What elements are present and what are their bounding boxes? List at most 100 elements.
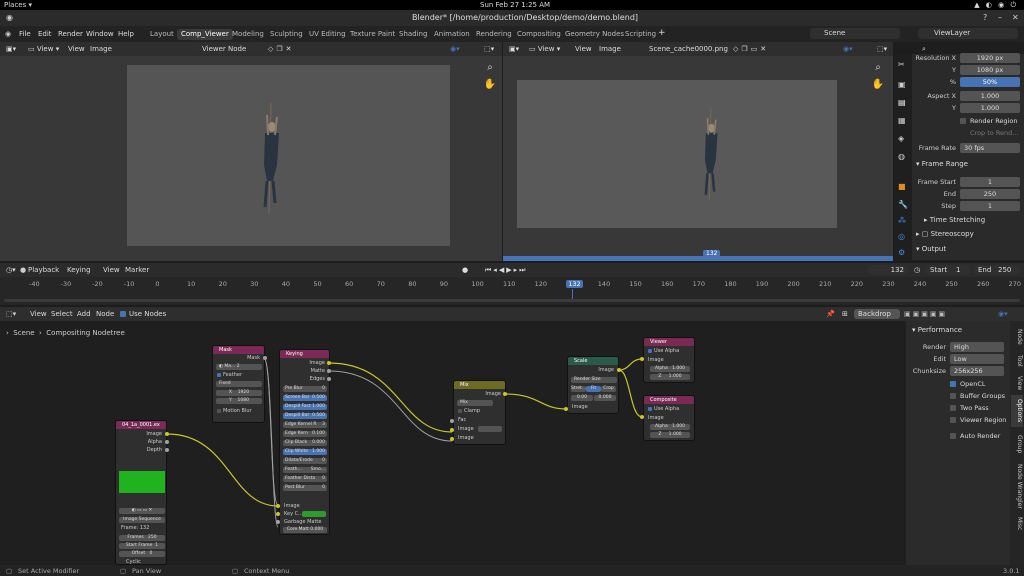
playback-menu[interactable]: Playback (28, 266, 59, 274)
left-image-menu[interactable]: Image (90, 45, 112, 53)
close-icon[interactable]: ✕ (1012, 13, 1019, 22)
mix-node[interactable]: Mix Image Mix Clamp Fac Image Image (453, 380, 506, 445)
backdrop-toggle[interactable]: Backdrop (854, 309, 900, 319)
mix-image1-socket[interactable] (450, 428, 454, 432)
keying-keycolor-in-socket[interactable] (276, 512, 280, 516)
node-node-menu[interactable]: Node (96, 310, 114, 318)
mix-output-socket[interactable] (503, 392, 507, 396)
frame-end-field[interactable]: 250 (960, 189, 1020, 199)
left-view-menu[interactable]: ▭ View ▾ (28, 45, 59, 53)
tab-misc[interactable]: Misc (1011, 515, 1023, 533)
keying-field[interactable]: Feather Dista 0 (283, 476, 327, 482)
tab-comp-viewer[interactable]: Comp_Viewer (177, 29, 233, 40)
aspect-y-field[interactable]: 1.000 (960, 103, 1020, 113)
aspect-x-field[interactable]: 1.000 (960, 91, 1020, 101)
tab-uv-editing[interactable]: UV Editing (305, 29, 350, 40)
left-image-editor[interactable]: ⌕ ✋ (0, 56, 502, 261)
keying-image-socket[interactable] (327, 361, 331, 365)
node-add-menu[interactable]: Add (77, 310, 91, 318)
depth-output-socket[interactable] (165, 448, 169, 452)
image-source-dropdown[interactable]: Image Sequence (119, 517, 165, 523)
viewer-alpha-field[interactable]: Alpha 1.000 (650, 366, 690, 372)
frame-range-section[interactable]: ▾ Frame Range (916, 160, 968, 168)
node-canvas[interactable]: › Scene › Compositing Nodetree Mask Mask… (0, 321, 906, 565)
tool-tab-icon[interactable]: ✂ (898, 60, 905, 69)
resolution-y-field[interactable]: 1080 px (960, 65, 1020, 75)
keying-node[interactable]: Keying Image Matte Edges Pre Blur 0 Screen… (279, 349, 330, 535)
tab-scripting[interactable]: Scripting (621, 29, 660, 40)
left-display-channels-icon[interactable]: ◉▾ (450, 45, 460, 53)
scale-fit-option[interactable]: Fit (586, 386, 601, 392)
image-start-field[interactable]: Start Frame 1 (119, 543, 165, 549)
keying-field[interactable]: Edge Kernel R 3 (283, 422, 327, 428)
mask-x-field[interactable]: X 1920 (216, 390, 262, 396)
scale-space-dropdown[interactable]: Render Size (571, 377, 617, 383)
resolution-percent-field[interactable]: 50% (960, 77, 1020, 87)
menu-edit[interactable]: Edit (38, 30, 52, 38)
scale-offset-y[interactable]: 0.000 (594, 395, 616, 401)
render-quality-dropdown[interactable]: High (950, 342, 1004, 352)
mask-node[interactable]: Mask Mask ◐ Ma... 2 Feather Fixed X 1920… (212, 345, 265, 423)
snap-icon[interactable]: ⊞ (842, 310, 848, 318)
clamp-checkbox[interactable] (458, 409, 462, 413)
keying-field[interactable]: Pre Blur 0 (283, 386, 327, 392)
pin-icon[interactable]: 📌 (826, 310, 835, 318)
tab-texture-paint[interactable]: Texture Paint (346, 29, 399, 40)
keying-field[interactable]: Feath... Smo... (283, 467, 327, 473)
keying-field[interactable]: Clip Black 0.000 (283, 440, 327, 446)
image-output-socket[interactable] (165, 432, 169, 436)
composite-alpha-field[interactable]: Alpha 1.000 (650, 424, 690, 430)
performance-section[interactable]: ▾ Performance (912, 326, 962, 334)
tab-sculpting[interactable]: Sculpting (266, 29, 307, 40)
keying-field[interactable]: Despill Bal 0.500 (283, 413, 327, 419)
node-editor-type-icon[interactable]: ⬚▾ (6, 310, 16, 318)
add-workspace-icon[interactable]: + (658, 28, 666, 38)
keying-field[interactable]: Post Blur 0 (283, 485, 327, 491)
keying-core-matte-field[interactable]: Core Matt 0.000 (283, 527, 327, 533)
frame-rate-dropdown[interactable]: 30 fps (960, 143, 1020, 153)
properties-search-input[interactable]: ⌕ (918, 44, 1018, 53)
keying-garbage-in-socket[interactable] (276, 520, 280, 524)
right-image-editor[interactable]: ⌕ ✋ 132 (503, 56, 893, 261)
mask-datablock[interactable]: ◐ Ma... 2 (216, 364, 262, 370)
composite-z-field[interactable]: Z 1.000 (650, 432, 690, 438)
two-pass-checkbox[interactable] (950, 405, 956, 411)
scale-crop-option[interactable]: Crop (601, 386, 616, 392)
timeline-end-field[interactable]: End 250 (974, 265, 1020, 275)
particles-tab-icon[interactable]: ⁂ (898, 216, 906, 225)
timeline-view-menu[interactable]: View (103, 266, 120, 274)
keying-matte-socket[interactable] (327, 369, 331, 373)
menu-file[interactable]: File (19, 30, 31, 38)
menu-render[interactable]: Render (58, 30, 83, 38)
output-tab-icon[interactable]: ▤ (898, 98, 906, 107)
blender-menu-icon[interactable]: ◉ (5, 30, 11, 38)
use-nodes-checkbox[interactable] (120, 311, 126, 317)
mix-blend-dropdown[interactable]: Mix (457, 400, 493, 406)
node-select-menu[interactable]: Select (51, 310, 73, 318)
stereoscopy-section[interactable]: ▸ ▢ Stereoscopy (916, 230, 974, 238)
keying-field[interactable]: Screen Bal 0.500 (283, 395, 327, 401)
mask-size-dropdown[interactable]: Fixed (216, 381, 262, 387)
world-tab-icon[interactable]: ◍ (898, 152, 905, 161)
keying-menu[interactable]: Keying (67, 266, 91, 274)
tab-view[interactable]: View (1011, 373, 1023, 393)
render-region-checkbox[interactable] (960, 118, 966, 124)
right-view-menu-2[interactable]: View (575, 45, 592, 53)
tab-geometry-nodes[interactable]: Geometry Nodes (561, 29, 628, 40)
keying-field[interactable]: Clip White 1.000 (283, 449, 327, 455)
mask-y-field[interactable]: Y 1080 (216, 398, 262, 404)
view-layer-tab-icon[interactable]: ▦ (898, 116, 906, 125)
right-zoom-icon[interactable]: ⌕ (871, 62, 885, 76)
tab-group[interactable]: Group (1011, 431, 1023, 457)
tab-layout[interactable]: Layout (146, 29, 178, 40)
frame-step-field[interactable]: 1 (960, 201, 1020, 211)
minimize-icon[interactable]: – (998, 13, 1002, 22)
overlay-icon[interactable]: ◉▾ (998, 310, 1008, 318)
time-stretching-section[interactable]: ▸ Time Stretching (924, 216, 985, 224)
image-offset-field[interactable]: Offset 0 (119, 551, 165, 557)
motion-blur-checkbox[interactable] (217, 409, 221, 413)
pan-hand-icon[interactable]: ✋ (483, 79, 497, 93)
scale-input-socket[interactable] (564, 407, 568, 411)
right-pan-hand-icon[interactable]: ✋ (871, 79, 885, 93)
composite-node[interactable]: Composite Use Alpha Image Alpha 1.000 Z … (643, 395, 695, 441)
